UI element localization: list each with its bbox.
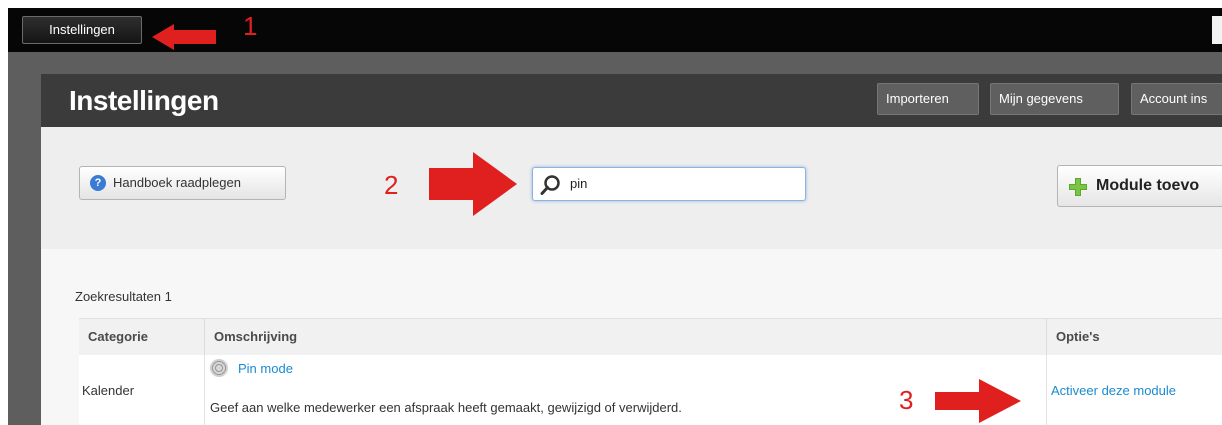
- column-header-description: Omschrijving: [205, 319, 1047, 355]
- activate-module-link[interactable]: Activeer deze module: [1051, 383, 1176, 398]
- settings-panel: Instellingen Importeren Mijn gegevens Ac…: [41, 74, 1222, 425]
- plus-icon: [1069, 178, 1087, 196]
- panel-header: Instellingen Importeren Mijn gegevens Ac…: [41, 74, 1222, 127]
- options-cell: Activeer deze module: [1047, 355, 1222, 425]
- table-header: Categorie Omschrijving Optie's: [79, 318, 1222, 356]
- annotation-number-1: 1: [243, 11, 258, 41]
- manual-button[interactable]: ? Handboek raadplegen: [79, 166, 286, 200]
- settings-top-button[interactable]: Instellingen: [22, 16, 142, 44]
- description-cell: Pin mode Geef aan welke medewerker een a…: [205, 355, 1047, 425]
- table-row: Kalender Pin mode Geef aan welke medewer…: [79, 355, 1222, 425]
- add-module-label: Module toevo: [1096, 177, 1200, 194]
- toolbar: ? Handboek raadplegen pin Module toevo: [41, 127, 1222, 249]
- manual-button-label: Handboek raadplegen: [113, 175, 241, 190]
- annotation-arrow-3: [935, 379, 1021, 423]
- module-name-link[interactable]: Pin mode: [238, 361, 293, 376]
- annotation-arrow-1: [152, 24, 216, 50]
- category-value: Kalender: [82, 383, 135, 398]
- column-header-options: Optie's: [1056, 329, 1100, 344]
- fingerprint-icon: [210, 359, 228, 377]
- annotation-number-2: 2: [384, 170, 399, 200]
- top-right-button[interactable]: [1212, 16, 1222, 44]
- help-icon: ?: [90, 175, 106, 191]
- column-header-category: Categorie: [79, 319, 205, 355]
- page-title: Instellingen: [69, 85, 219, 116]
- annotation-arrow-2: [429, 152, 517, 216]
- annotation-number-3: 3: [899, 385, 914, 415]
- account-settings-button[interactable]: Account ins: [1131, 83, 1222, 115]
- search-value: pin: [570, 176, 588, 191]
- my-data-button[interactable]: Mijn gegevens: [990, 83, 1119, 115]
- add-module-button[interactable]: Module toevo: [1057, 165, 1222, 207]
- results-count: Zoekresultaten 1: [75, 289, 172, 304]
- search-icon: [540, 175, 560, 195]
- category-cell: Kalender: [79, 355, 205, 425]
- import-button[interactable]: Importeren: [877, 83, 979, 115]
- search-input[interactable]: pin: [532, 167, 806, 201]
- module-description: Geef aan welke medewerker een afspraak h…: [210, 400, 682, 415]
- search-results: Zoekresultaten 1 Categorie Omschrijving …: [41, 249, 1222, 425]
